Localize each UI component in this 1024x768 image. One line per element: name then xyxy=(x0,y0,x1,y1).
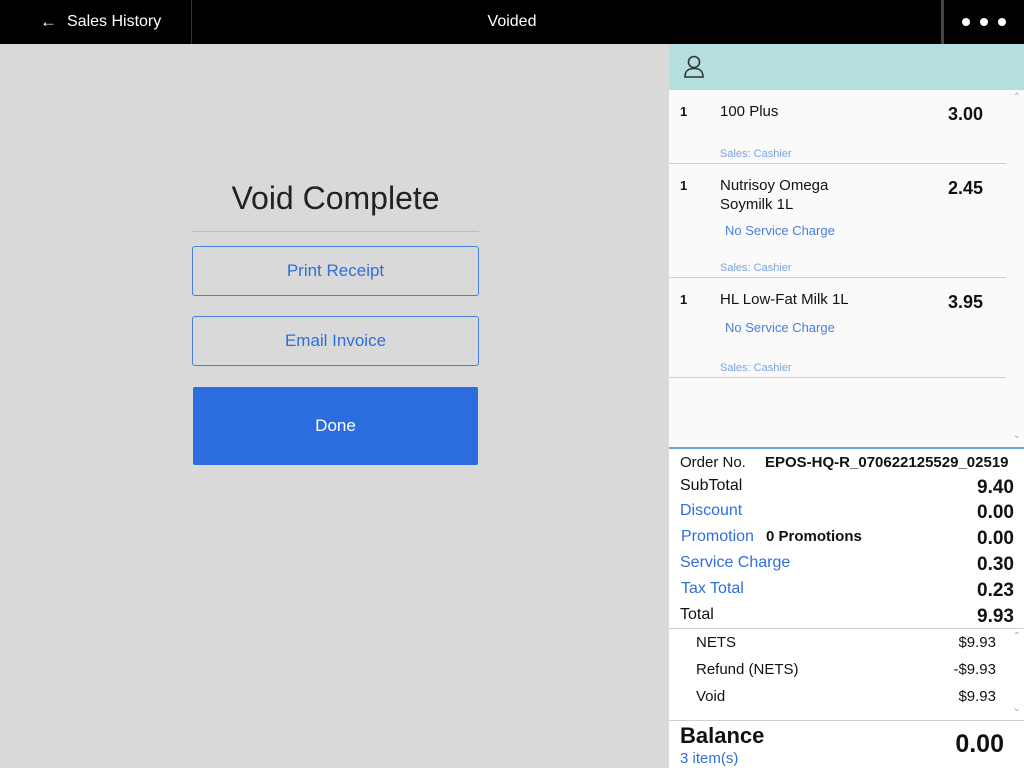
total-row: Total 9.93 xyxy=(680,606,1014,630)
item-qty: 1 xyxy=(680,178,688,193)
tax-total-link[interactable]: Tax Total xyxy=(681,580,744,598)
balance-section: Balance 3 item(s) 0.00 xyxy=(669,720,1024,768)
customer-button[interactable] xyxy=(669,44,1024,90)
payment-label: Refund (NETS) xyxy=(696,661,799,678)
email-invoice-button[interactable]: Email Invoice xyxy=(192,316,479,366)
payment-row: NETS $9.93 xyxy=(696,634,996,654)
balance-label: Balance xyxy=(680,723,765,748)
more-dots-icon xyxy=(980,18,988,26)
item-sales-person: Sales: Cashier xyxy=(720,362,792,374)
scroll-up-icon[interactable]: ⌃ xyxy=(1013,631,1021,642)
person-icon xyxy=(684,55,704,78)
subtotal-value: 9.40 xyxy=(977,477,1014,498)
promotion-row: Promotion 0 Promotions 0.00 xyxy=(680,528,1014,552)
payment-value: $9.93 xyxy=(958,634,996,651)
more-options-button[interactable] xyxy=(941,0,1024,44)
print-receipt-button[interactable]: Print Receipt xyxy=(192,246,479,296)
item-price: 2.45 xyxy=(947,178,983,198)
service-charge-link[interactable]: Service Charge xyxy=(680,554,790,572)
scroll-down-icon[interactable]: ⌄ xyxy=(1013,430,1021,441)
order-panel: ⌃ 1 100 Plus 3.00 Sales: Cashier 1 Nutri… xyxy=(669,44,1024,768)
item-price: 3.00 xyxy=(947,104,983,124)
order-number-value: EPOS-HQ-R_070622125529_02519 xyxy=(765,454,1009,471)
payment-value: $9.93 xyxy=(958,688,996,705)
promotion-value: 0.00 xyxy=(977,528,1014,549)
heading-divider xyxy=(192,231,479,232)
subtotal-label: SubTotal xyxy=(680,477,743,494)
item-modifier: No Service Charge xyxy=(725,223,835,238)
list-item[interactable]: 1 Nutrisoy Omega Soymilk 1L 2.45 No Serv… xyxy=(669,164,1006,278)
page-title: Voided xyxy=(487,13,537,30)
item-name: HL Low-Fat Milk 1L xyxy=(720,291,849,308)
item-qty: 1 xyxy=(680,292,688,307)
list-item[interactable]: 1 100 Plus 3.00 Sales: Cashier xyxy=(669,90,1006,164)
subtotal-row: SubTotal 9.40 xyxy=(680,477,1014,501)
payment-label: NETS xyxy=(696,634,737,651)
order-number-row: Order No. EPOS-HQ-R_070622125529_02519 xyxy=(680,454,1014,478)
order-number-label: Order No. xyxy=(680,454,746,471)
payment-value: -$9.93 xyxy=(953,661,996,678)
payments-list[interactable]: ⌃ NETS $9.93 Refund (NETS) -$9.93 Void $… xyxy=(669,628,1024,720)
item-modifier: No Service Charge xyxy=(725,320,835,335)
item-count-link[interactable]: 3 item(s) xyxy=(680,750,738,767)
item-name: Nutrisoy Omega Soymilk 1L xyxy=(720,177,829,213)
total-label: Total xyxy=(680,606,714,623)
item-price: 3.95 xyxy=(947,292,983,312)
back-to-sales-history-button[interactable]: ← Sales History xyxy=(0,0,192,44)
item-qty: 1 xyxy=(680,104,688,119)
order-totals: Order No. EPOS-HQ-R_070622125529_02519 S… xyxy=(669,447,1024,628)
scroll-up-icon[interactable]: ⌃ xyxy=(1013,92,1021,103)
payment-row: Refund (NETS) -$9.93 xyxy=(696,661,996,681)
item-name: 100 Plus xyxy=(720,103,779,120)
promotion-link[interactable]: Promotion xyxy=(681,528,754,546)
more-dots-icon xyxy=(998,18,1006,26)
payment-row: Void $9.93 xyxy=(696,688,996,708)
discount-value: 0.00 xyxy=(977,502,1014,523)
balance-value: 0.00 xyxy=(955,730,1004,758)
total-value: 9.93 xyxy=(977,606,1014,627)
item-sales-person: Sales: Cashier xyxy=(720,148,792,160)
back-button-label: Sales History xyxy=(67,13,162,30)
tax-total-value: 0.23 xyxy=(977,580,1014,601)
top-bar: ← Sales History Voided xyxy=(0,0,1024,44)
service-charge-row: Service Charge 0.30 xyxy=(680,554,1014,578)
list-item[interactable]: 1 HL Low-Fat Milk 1L 3.95 No Service Cha… xyxy=(669,278,1006,378)
tax-total-row: Tax Total 0.23 xyxy=(680,580,1014,604)
item-sales-person: Sales: Cashier xyxy=(720,262,792,274)
order-items-list[interactable]: ⌃ 1 100 Plus 3.00 Sales: Cashier 1 Nutri… xyxy=(669,90,1024,448)
scroll-down-icon[interactable]: ⌄ xyxy=(1013,703,1021,714)
discount-row: Discount 0.00 xyxy=(680,502,1014,526)
service-charge-value: 0.30 xyxy=(977,554,1014,575)
void-complete-heading: Void Complete xyxy=(231,180,440,216)
discount-link[interactable]: Discount xyxy=(680,502,742,520)
done-button[interactable]: Done xyxy=(193,387,478,465)
more-dots-icon xyxy=(962,18,970,26)
arrow-left-icon: ← xyxy=(40,12,57,31)
promotion-count: 0 Promotions xyxy=(766,528,862,545)
payment-label: Void xyxy=(696,688,726,705)
